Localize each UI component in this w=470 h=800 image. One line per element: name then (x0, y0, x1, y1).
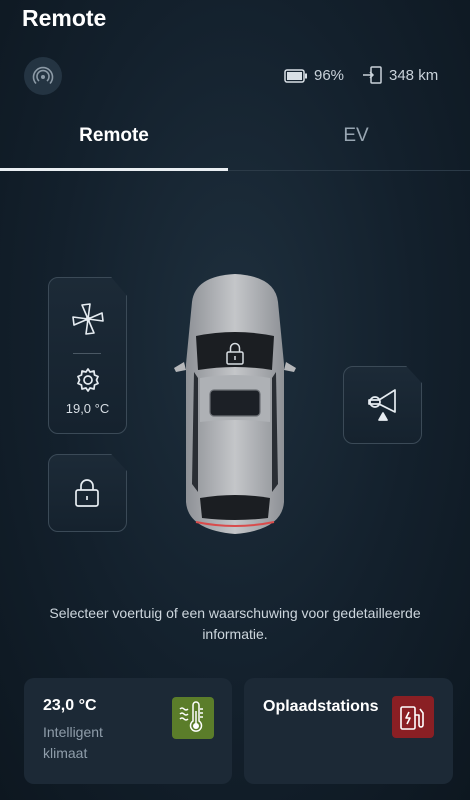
battery-status: 96% (284, 67, 344, 84)
tab-ev[interactable]: EV (242, 118, 470, 170)
fan-icon (72, 303, 104, 335)
range-status: 348 km (361, 65, 438, 85)
status-bar: 96% 348 km (0, 55, 470, 95)
charging-stations-title: Oplaadstations (263, 698, 379, 715)
climate-card-temperature: 23,0 °C (43, 697, 97, 714)
tab-bar: Remote EV (0, 118, 470, 171)
horn-button[interactable] (364, 385, 402, 425)
climate-card-subtitle: Intelligent klimaat (43, 724, 103, 761)
thermometer-heat-icon (172, 697, 214, 739)
climate-card[interactable]: 23,0 °C Intelligent klimaat (24, 678, 232, 784)
tab-remote[interactable]: Remote (0, 118, 228, 171)
climate-control-panel[interactable]: 19,0 °C (48, 277, 127, 434)
signal-icon (32, 66, 54, 85)
range-icon (363, 66, 382, 84)
climate-settings-button[interactable] (74, 366, 102, 394)
page-title: Remote (22, 5, 107, 31)
fan-button[interactable] (67, 298, 109, 340)
connectivity-button[interactable] (24, 57, 62, 95)
lock-icon (75, 479, 99, 507)
charging-stations-card[interactable]: Oplaadstations (244, 678, 453, 784)
battery-percent: 96% (314, 67, 345, 84)
horn-panel[interactable] (343, 366, 422, 444)
charging-station-icon (392, 696, 434, 738)
range-value: 348 km (389, 66, 439, 84)
lock-button[interactable] (69, 475, 105, 511)
climate-temperature: 19,0 °C (65, 401, 110, 416)
horn-icon (368, 389, 396, 421)
door-lock-panel[interactable] (48, 454, 127, 532)
battery-icon (284, 68, 307, 83)
info-message: Selecteer voertuig of een waarschuwing v… (49, 605, 421, 642)
gear-icon (77, 368, 99, 392)
vehicle-top-view[interactable] (170, 272, 300, 536)
panel-divider (73, 353, 101, 354)
